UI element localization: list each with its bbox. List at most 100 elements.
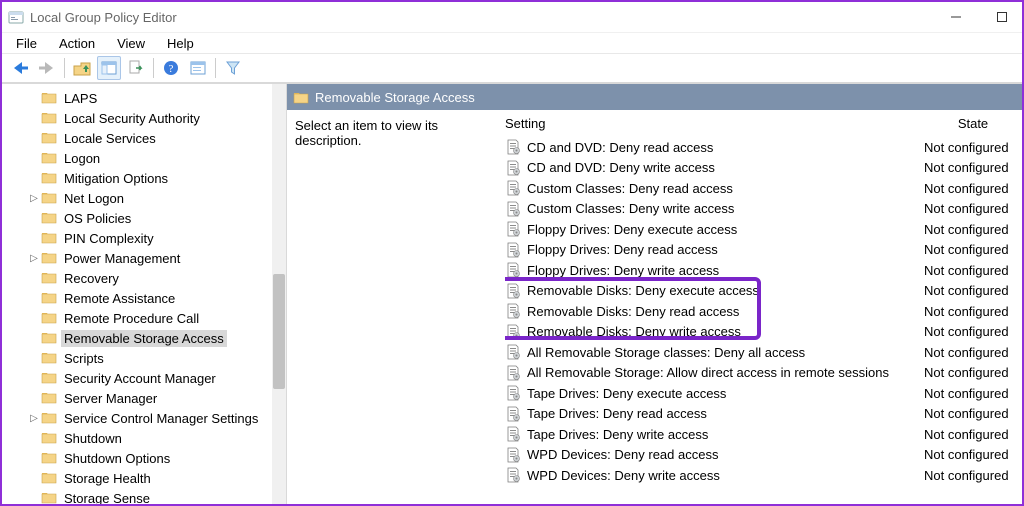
setting-row[interactable]: Custom Classes: Deny write accessNot con… — [505, 199, 1022, 220]
up-button[interactable] — [70, 56, 94, 80]
setting-row[interactable]: All Removable Storage: Allow direct acce… — [505, 363, 1022, 384]
tree-item[interactable]: Recovery — [2, 268, 286, 288]
tree-item-label: Security Account Manager — [61, 370, 219, 387]
setting-row[interactable]: Floppy Drives: Deny execute accessNot co… — [505, 219, 1022, 240]
list-header: Setting State — [505, 110, 1022, 135]
policy-icon — [505, 242, 521, 258]
tree-item-label: PIN Complexity — [61, 230, 157, 247]
menu-file[interactable]: File — [8, 34, 45, 53]
tree-item[interactable]: Remote Assistance — [2, 288, 286, 308]
tree-item-label: Remote Assistance — [61, 290, 178, 307]
category-title: Removable Storage Access — [315, 90, 475, 105]
tree-item[interactable]: ▷Service Control Manager Settings — [2, 408, 286, 428]
forward-button[interactable] — [35, 56, 59, 80]
policy-icon — [505, 283, 521, 299]
tree-item[interactable]: Locale Services — [2, 128, 286, 148]
tree-item[interactable]: Remote Procedure Call — [2, 308, 286, 328]
tree-item-label: LAPS — [61, 90, 100, 107]
tree-item[interactable]: ▷ Net Logon — [2, 188, 286, 208]
setting-state: Not configured — [924, 222, 1022, 237]
app-window: Local Group Policy Editor File Action Vi… — [0, 0, 1024, 506]
tree-item-label: Local Security Authority — [61, 110, 203, 127]
menu-help[interactable]: Help — [159, 34, 202, 53]
tree-item[interactable]: Server Manager — [2, 388, 286, 408]
tree-item[interactable]: Local Security Authority — [2, 108, 286, 128]
tree-item[interactable]: Storage Health — [2, 468, 286, 488]
caret-right-icon[interactable]: ▷ — [28, 413, 40, 424]
tree-item[interactable]: OS Policies — [2, 208, 286, 228]
setting-label: Floppy Drives: Deny read access — [527, 242, 924, 257]
tree-item[interactable]: Logon — [2, 148, 286, 168]
tree-item-label: Net Logon — [61, 190, 127, 207]
caret-right-icon[interactable]: ▷ — [28, 193, 40, 204]
header-setting[interactable]: Setting — [505, 116, 924, 131]
tree-item-label: Server Manager — [61, 390, 160, 407]
setting-state: Not configured — [924, 304, 1022, 319]
toolbar-separator — [153, 58, 154, 78]
setting-state: Not configured — [924, 242, 1022, 257]
folder-icon — [40, 370, 61, 387]
tree-item-label: Locale Services — [61, 130, 159, 147]
policy-icon — [505, 160, 521, 176]
setting-row[interactable]: Tape Drives: Deny execute accessNot conf… — [505, 383, 1022, 404]
list-body: CD and DVD: Deny read accessNot configur… — [505, 135, 1022, 504]
folder-icon — [40, 190, 61, 207]
filter-button[interactable] — [221, 56, 245, 80]
tree[interactable]: LAPS Local Security Authority Locale Servi… — [2, 84, 286, 504]
tree-item[interactable]: Shutdown — [2, 428, 286, 448]
back-button[interactable] — [8, 56, 32, 80]
tree-item[interactable]: Mitigation Options — [2, 168, 286, 188]
maximize-button[interactable] — [988, 6, 1016, 28]
app-icon — [8, 9, 24, 25]
body: LAPS Local Security Authority Locale Servi… — [2, 84, 1022, 504]
setting-state: Not configured — [924, 406, 1022, 421]
setting-label: Custom Classes: Deny read access — [527, 181, 924, 196]
folder-icon — [40, 350, 61, 367]
setting-state: Not configured — [924, 201, 1022, 216]
export-button[interactable] — [124, 56, 148, 80]
setting-row[interactable]: CD and DVD: Deny read accessNot configur… — [505, 137, 1022, 158]
tree-item[interactable]: PIN Complexity — [2, 228, 286, 248]
title-bar: Local Group Policy Editor — [2, 2, 1022, 32]
setting-row[interactable]: WPD Devices: Deny read accessNot configu… — [505, 445, 1022, 466]
setting-row[interactable]: WPD Devices: Deny write accessNot config… — [505, 465, 1022, 486]
caret-right-icon[interactable]: ▷ — [28, 253, 40, 264]
setting-label: Tape Drives: Deny read access — [527, 406, 924, 421]
toolbar: ? — [2, 54, 1022, 84]
setting-row[interactable]: Tape Drives: Deny read accessNot configu… — [505, 404, 1022, 425]
policy-icon — [505, 385, 521, 401]
properties-button[interactable] — [186, 56, 210, 80]
setting-label: All Removable Storage classes: Deny all … — [527, 345, 924, 360]
setting-row[interactable]: CD and DVD: Deny write accessNot configu… — [505, 158, 1022, 179]
tree-item[interactable]: LAPS — [2, 88, 286, 108]
tree-item[interactable]: Scripts — [2, 348, 286, 368]
setting-row[interactable]: Removable Disks: Deny read accessNot con… — [505, 301, 1022, 322]
setting-row[interactable]: Floppy Drives: Deny read accessNot confi… — [505, 240, 1022, 261]
window-controls — [942, 6, 1016, 28]
tree-pane: LAPS Local Security Authority Locale Servi… — [2, 84, 287, 504]
tree-item[interactable]: Removable Storage Access — [2, 328, 286, 348]
setting-row[interactable]: Removable Disks: Deny write accessNot co… — [505, 322, 1022, 343]
setting-row[interactable]: Removable Disks: Deny execute accessNot … — [505, 281, 1022, 302]
scrollbar-thumb[interactable] — [273, 274, 285, 389]
show-tree-button[interactable] — [97, 56, 121, 80]
setting-row[interactable]: Tape Drives: Deny write accessNot config… — [505, 424, 1022, 445]
setting-row[interactable]: Floppy Drives: Deny write accessNot conf… — [505, 260, 1022, 281]
tree-scrollbar[interactable] — [272, 84, 286, 504]
setting-row[interactable]: Custom Classes: Deny read accessNot conf… — [505, 178, 1022, 199]
tree-item[interactable]: ▷Power Management — [2, 248, 286, 268]
setting-row[interactable]: All Removable Storage classes: Deny all … — [505, 342, 1022, 363]
category-header: Removable Storage Access — [287, 84, 1022, 110]
tree-item-label: Storage Sense — [61, 490, 153, 505]
tree-item-label: Remote Procedure Call — [61, 310, 202, 327]
minimize-button[interactable] — [942, 6, 970, 28]
tree-item[interactable]: Security Account Manager — [2, 368, 286, 388]
help-button[interactable]: ? — [159, 56, 183, 80]
tree-item[interactable]: Storage Sense — [2, 488, 286, 504]
menu-view[interactable]: View — [109, 34, 153, 53]
menu-action[interactable]: Action — [51, 34, 103, 53]
setting-label: CD and DVD: Deny write access — [527, 160, 924, 175]
header-state[interactable]: State — [924, 116, 1022, 131]
policy-icon — [505, 447, 521, 463]
tree-item[interactable]: Shutdown Options — [2, 448, 286, 468]
